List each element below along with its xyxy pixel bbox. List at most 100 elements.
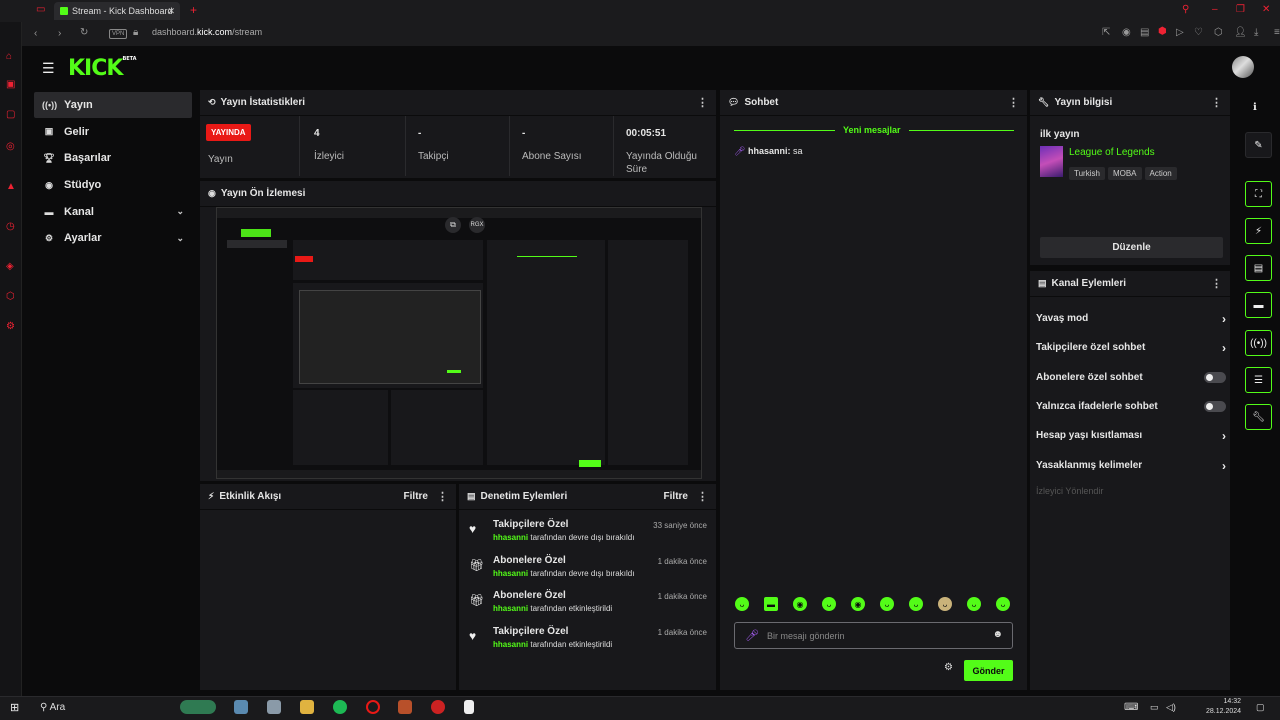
more-icon[interactable]: ⋮ [1008,96,1019,109]
extension-icon[interactable]: ▤ [1140,28,1149,38]
edit-pencil-icon[interactable]: ✎ [1245,132,1272,158]
info-icon[interactable]: ℹ [1253,102,1257,113]
opera-icon[interactable] [366,700,380,714]
settings-list-icon[interactable]: ☰ [1245,367,1272,393]
close-window-icon[interactable]: ✕ [1262,5,1270,15]
notification-icon[interactable]: ▢ [1256,702,1265,713]
heart-outline-icon[interactable]: ♡ [1194,28,1203,38]
wrench-tool-icon[interactable]: 🔧︎ [1245,404,1272,430]
sidebar-item-basarilar[interactable]: 🏆︎ Başarılar [34,145,192,171]
hamburger-icon[interactable]: ☰ [42,60,55,77]
network-icon[interactable]: ▭ [1150,702,1159,713]
home-icon[interactable]: ⌂ [6,52,12,62]
emote-icon[interactable]: ᴗ [996,597,1010,611]
profile-icon[interactable]: 👤︎ [1234,28,1247,38]
keyboard-icon[interactable]: ⌨ [1124,702,1138,713]
category-link[interactable]: League of Legends [1069,147,1155,158]
banned-words-row[interactable]: Yasaklanmış kelimeler › [1036,451,1226,480]
workspace-icon[interactable]: ▭ [36,5,45,15]
stream-preview-video[interactable]: ⧉ RGX [216,207,702,479]
emote-icon[interactable]: ᴗ [735,597,749,611]
bag-icon[interactable]: ▣ [6,80,15,90]
emote-icon[interactable]: ᴗ [880,597,894,611]
mod-row-user[interactable]: hhasanni [493,604,528,613]
taskbar-app-icon[interactable] [398,700,412,714]
sidebar-item-studyo[interactable]: ◉ Stüdyo [34,172,192,198]
taskbar-app-icon[interactable] [267,700,281,714]
more-icon[interactable]: ⋮ [1211,277,1222,290]
emote-icon[interactable]: ᴗ [938,597,952,611]
subscribers-only-toggle[interactable] [1204,372,1226,383]
more-icon[interactable]: ⋮ [697,490,708,503]
sidebar-item-gelir[interactable]: ▣ Gelir [34,119,192,145]
broadcast-wave-icon[interactable]: ((•)) [1245,330,1272,356]
tag[interactable]: Action [1144,167,1177,180]
menu-icon[interactable]: ≡ [1274,28,1280,38]
mod-row-user[interactable]: hhasanni [493,569,528,578]
vpn-badge[interactable]: VPN [109,29,128,39]
emote-icon[interactable]: ◉ [851,597,865,611]
camera-icon[interactable]: ◉ [1122,28,1131,38]
emote-icon[interactable]: ᴗ [909,597,923,611]
chat-input[interactable]: 🎤︎ Bir mesajı gönderin ☻ [734,622,1013,649]
folder-icon[interactable] [300,700,314,714]
url-field[interactable]: dashboard.kick.com/stream [152,27,262,37]
obs-icon[interactable] [431,700,445,714]
close-tab-icon[interactable]: ✕ [167,6,175,17]
send-button[interactable]: Gönder [964,660,1013,681]
windows-start-icon[interactable]: ⊞ [10,701,19,714]
forward-icon[interactable]: › [58,29,61,39]
taskbar-clock[interactable]: 14:32 28.12.2024 [1206,697,1241,717]
mod-row-user[interactable]: hhasanni [493,640,528,649]
sidebar-item-ayarlar[interactable]: ⚙ Ayarlar ⌄ [34,225,192,251]
back-icon[interactable]: ‹ [34,29,37,39]
share-icon[interactable]: ⇱ [1102,28,1110,38]
history-icon[interactable]: ◷ [6,222,15,232]
settings-icon[interactable]: ⚙ [6,322,15,332]
emote-icon[interactable]: ᴗ [967,597,981,611]
emoji-icon[interactable]: ☻ [992,629,1003,640]
taskbar-widget-icon[interactable] [180,700,216,714]
followers-only-row[interactable]: Takipçilere özel sohbet › [1036,333,1226,362]
rgx-button[interactable]: RGX [469,217,485,233]
avatar[interactable] [1232,56,1254,78]
more-icon[interactable]: ⋮ [437,490,448,503]
host-redirect-link[interactable]: İzleyici Yönlendir [1036,486,1103,496]
search-tabs-icon[interactable]: ⚲ [1182,5,1189,15]
whatsapp-icon[interactable]: ◎ [6,142,15,152]
emote-icon[interactable]: ᴗ [822,597,836,611]
cube-icon[interactable]: ⬡ [6,292,15,302]
chat-bubble-icon[interactable]: ▬ [1245,292,1272,318]
taskbar-file-icon[interactable] [464,700,474,714]
activity-filter-button[interactable]: Filtre [404,491,428,502]
maximize-icon[interactable]: ❐ [1236,5,1245,15]
account-age-row[interactable]: Hesap yaşı kısıtlaması › [1036,421,1226,450]
reload-icon[interactable]: ↻ [80,28,88,38]
edit-button[interactable]: Düzenle [1040,237,1223,258]
play-icon[interactable]: ▷ [1176,28,1184,38]
mod-filter-button[interactable]: Filtre [664,491,688,502]
document-icon[interactable]: ▤ [1245,255,1272,281]
bolt-action-icon[interactable]: ⚡︎ [1245,218,1272,244]
emote-icon[interactable]: ▬ [764,597,778,611]
more-icon[interactable]: ⋮ [697,96,708,109]
preview-copy-icon[interactable]: ⧉ [445,217,461,233]
aria-icon[interactable]: ▲ [6,182,16,192]
emote-icon[interactable]: ◉ [793,597,807,611]
box-icon[interactable]: ⬡ [1214,28,1223,38]
adblock-icon[interactable]: ⬢ [1158,27,1167,37]
minimize-icon[interactable]: – [1212,5,1218,15]
browser-tab[interactable]: Stream - Kick Dashboard ✕ [54,2,180,20]
download-icon[interactable]: ⤓ [1254,28,1258,38]
wallet-icon[interactable]: ◈ [6,262,14,272]
spotify-icon[interactable] [333,700,347,714]
tag[interactable]: MOBA [1107,167,1142,180]
sidebar-item-yayin[interactable]: ((•)) Yayın [34,92,192,118]
more-icon[interactable]: ⋮ [1211,96,1222,109]
chat-username[interactable]: hhasanni: [748,146,791,156]
taskbar-search[interactable]: ⚲ Ara [40,702,65,713]
taskbar-app-icon[interactable] [234,700,248,714]
slow-mode-row[interactable]: Yavaş mod › [1036,304,1226,333]
sidebar-item-kanal[interactable]: ▬ Kanal ⌄ [34,199,192,225]
emotes-only-toggle[interactable] [1204,401,1226,412]
